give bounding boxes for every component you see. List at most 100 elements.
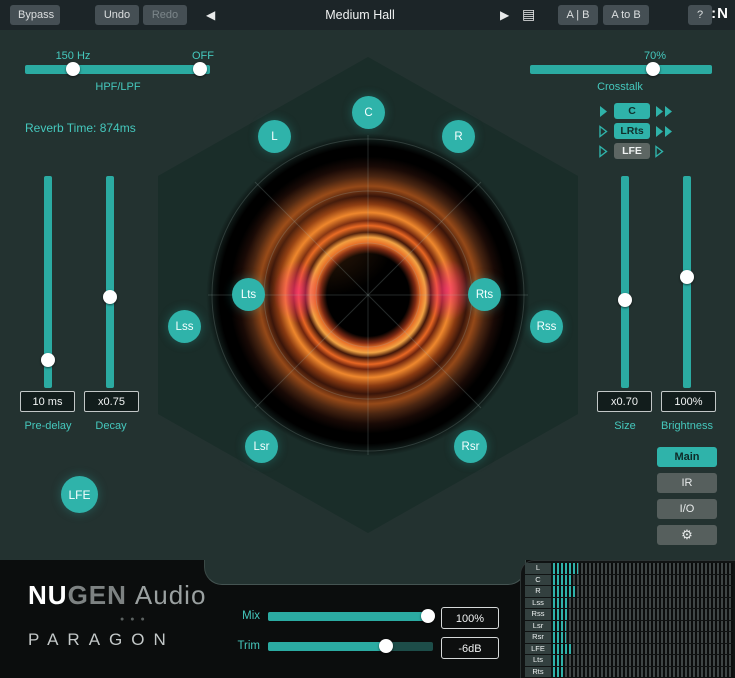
meter-label: Rss: [525, 609, 551, 620]
meter-segments: [553, 575, 733, 586]
meter-label: L: [525, 563, 551, 574]
route-in-chevron-icon[interactable]: [598, 105, 609, 118]
decay-slider[interactable]: [106, 176, 114, 388]
meter-bar: [553, 609, 733, 620]
meter-bar: [553, 586, 733, 597]
channel-node-rsr[interactable]: Rsr: [454, 430, 487, 463]
channel-node-c[interactable]: C: [352, 96, 385, 129]
mix-value[interactable]: 100%: [441, 607, 499, 629]
meter-label: Lsr: [525, 621, 551, 632]
route-out-chevron-icon[interactable]: [655, 125, 675, 138]
channel-node-l[interactable]: L: [258, 120, 291, 153]
redo-button[interactable]: Redo: [143, 5, 187, 25]
meter-label: R: [525, 586, 551, 597]
meter-row: C: [525, 575, 733, 586]
meter-bar: [553, 644, 733, 655]
previous-preset-icon[interactable]: ◀: [206, 7, 215, 23]
meter-label: LFE: [525, 644, 551, 655]
pre-delay-slider[interactable]: [44, 176, 52, 388]
help-button[interactable]: ?: [688, 5, 712, 25]
next-preset-icon[interactable]: ▶: [500, 7, 509, 23]
meter-row: Rsr: [525, 632, 733, 643]
nugen-logo-icon: :N: [711, 5, 729, 22]
mix-handle[interactable]: [421, 609, 435, 623]
trim-slider[interactable]: [268, 642, 433, 651]
meter-bar: [553, 598, 733, 609]
routing-row-lrts: LRts: [598, 122, 722, 140]
brightness-handle[interactable]: [680, 270, 694, 284]
mix-slider[interactable]: [268, 612, 433, 621]
meter-label: Rts: [525, 667, 551, 678]
route-in-chevron-icon[interactable]: [598, 145, 609, 158]
undo-button[interactable]: Undo: [95, 5, 139, 25]
channel-node-lfe[interactable]: LFE: [61, 476, 98, 513]
channel-node-lsr[interactable]: Lsr: [245, 430, 278, 463]
paragon-plugin-window: Bypass Undo Redo ◀ Medium Hall ▶ ▤ A | B…: [0, 0, 735, 678]
meter-bar: [553, 575, 733, 586]
routing-button-c[interactable]: C: [614, 103, 650, 119]
hpf-lpf-slider[interactable]: [25, 65, 210, 74]
meter-row: L: [525, 563, 733, 574]
decay-label: Decay: [71, 420, 151, 432]
pre-delay-value[interactable]: 10 ms: [20, 391, 75, 412]
meter-row: Rts: [525, 667, 733, 678]
view-tab-main[interactable]: Main: [657, 447, 717, 467]
lpf-handle[interactable]: [193, 62, 207, 76]
trim-value[interactable]: -6dB: [441, 637, 499, 659]
meter-label: Lss: [525, 598, 551, 609]
panel-curve-connector: [204, 560, 526, 585]
hpf-handle[interactable]: [66, 62, 80, 76]
view-tab-io[interactable]: I/O: [657, 499, 717, 519]
meter-row: LFE: [525, 644, 733, 655]
brand-nu: NU: [28, 580, 68, 610]
brightness-value[interactable]: 100%: [661, 391, 716, 412]
brightness-slider[interactable]: [683, 176, 691, 388]
decay-handle[interactable]: [103, 290, 117, 304]
crosstalk-value-label: 70%: [625, 50, 685, 62]
trim-handle[interactable]: [379, 639, 393, 653]
routing-row-lfe: LFE: [598, 142, 722, 160]
decay-value[interactable]: x0.75: [84, 391, 139, 412]
meter-label: C: [525, 575, 551, 586]
meter-segments: [553, 655, 733, 666]
settings-gear-button[interactable]: ⚙: [657, 525, 717, 545]
route-in-chevron-icon[interactable]: [598, 125, 609, 138]
crosstalk-slider[interactable]: [530, 65, 712, 74]
routing-row-c: C: [598, 102, 722, 120]
meter-row: Rss: [525, 609, 733, 620]
channel-node-r[interactable]: R: [442, 120, 475, 153]
pre-delay-handle[interactable]: [41, 353, 55, 367]
channel-node-rts[interactable]: Rts: [468, 278, 501, 311]
brand-audio: Audio: [135, 580, 207, 610]
meter-segments: [553, 621, 733, 632]
a-to-b-button[interactable]: A to B: [603, 5, 649, 25]
route-out-chevron-icon[interactable]: [655, 145, 675, 158]
trim-fill: [268, 642, 388, 651]
size-value[interactable]: x0.70: [597, 391, 652, 412]
meter-bar: [553, 563, 733, 574]
brand-wordmark: NUGEN Audio: [28, 580, 206, 611]
crosstalk-handle[interactable]: [646, 62, 660, 76]
meter-segments: [553, 598, 733, 609]
mix-fill: [268, 612, 433, 621]
routing-button-lrts[interactable]: LRts: [614, 123, 650, 139]
view-tab-ir[interactable]: IR: [657, 473, 717, 493]
meter-row: Lss: [525, 598, 733, 609]
size-handle[interactable]: [618, 293, 632, 307]
preset-name[interactable]: Medium Hall: [250, 8, 470, 22]
size-slider[interactable]: [621, 176, 629, 388]
meter-bar: [553, 621, 733, 632]
channel-node-lts[interactable]: Lts: [232, 278, 265, 311]
channel-node-rss[interactable]: Rss: [530, 310, 563, 343]
meter-bar: [553, 655, 733, 666]
brand-gen: GEN: [68, 580, 127, 610]
route-out-chevron-icon[interactable]: [655, 105, 675, 118]
brand-dots-icon: ●●●: [120, 616, 151, 623]
ab-compare-button[interactable]: A | B: [558, 5, 598, 25]
preset-menu-icon[interactable]: ▤: [522, 6, 535, 22]
channel-node-lss[interactable]: Lss: [168, 310, 201, 343]
bypass-button[interactable]: Bypass: [10, 5, 60, 25]
meter-row: Lsr: [525, 621, 733, 632]
brightness-label: Brightness: [647, 420, 727, 432]
routing-button-lfe[interactable]: LFE: [614, 143, 650, 159]
